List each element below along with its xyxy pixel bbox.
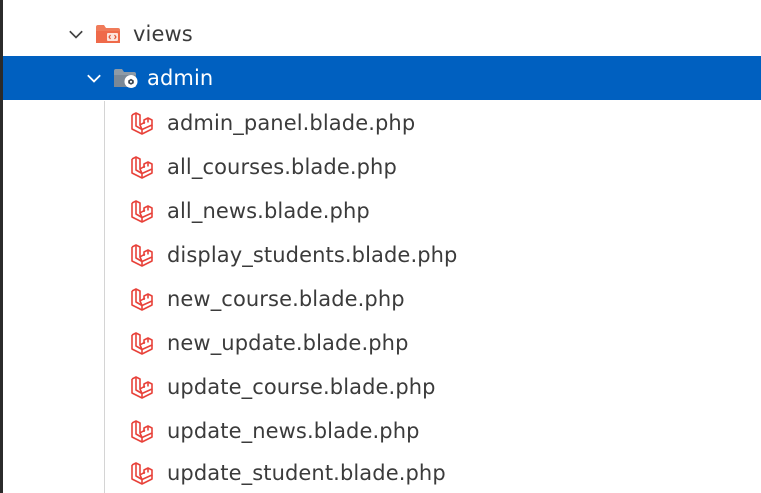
tree-item-label: update_student.blade.php [167,461,446,485]
tree-item-label: all_courses.blade.php [167,155,397,179]
admin-folder-icon [114,69,138,88]
tree-item-label: update_course.blade.php [167,375,436,399]
laravel-icon [131,376,153,399]
tree-item-file[interactable]: update_student.blade.php [3,453,761,493]
laravel-icon [131,288,153,311]
tree-item-file[interactable]: new_update.blade.php [3,321,761,365]
file-explorer: views admin admin_panel.blade.php all_co… [0,0,761,493]
tree-item-file[interactable]: update_news.blade.php [3,409,761,453]
tree-item-label: admin_panel.blade.php [167,111,416,135]
tree-item-file[interactable]: update_course.blade.php [3,365,761,409]
tree-item-label: display_students.blade.php [167,243,458,267]
tree-item-file[interactable]: all_news.blade.php [3,189,761,233]
laravel-icon [131,156,153,179]
tree-item-label: new_course.blade.php [167,287,405,311]
views-folder-icon [96,25,120,43]
chevron-down-icon[interactable] [65,23,87,45]
laravel-icon [131,420,153,443]
laravel-icon [131,332,153,355]
laravel-icon [131,112,153,135]
tree-item-label: admin [147,66,214,90]
tree-item-file[interactable]: all_courses.blade.php [3,145,761,189]
tree-item-label: all_news.blade.php [167,199,370,223]
tree-item-label: new_update.blade.php [167,331,409,355]
tree-item-file[interactable]: display_students.blade.php [3,233,761,277]
tree-item-label: views [133,22,193,46]
laravel-icon [131,462,153,485]
tree-item-label: update_news.blade.php [167,419,420,443]
tree-item-views[interactable]: views [3,12,761,56]
tree-item-file[interactable]: admin_panel.blade.php [3,101,761,145]
tree-item-file[interactable]: new_course.blade.php [3,277,761,321]
laravel-icon [131,244,153,267]
laravel-icon [131,200,153,223]
chevron-down-icon[interactable] [83,67,105,89]
tree-item-admin[interactable]: admin [3,56,761,100]
